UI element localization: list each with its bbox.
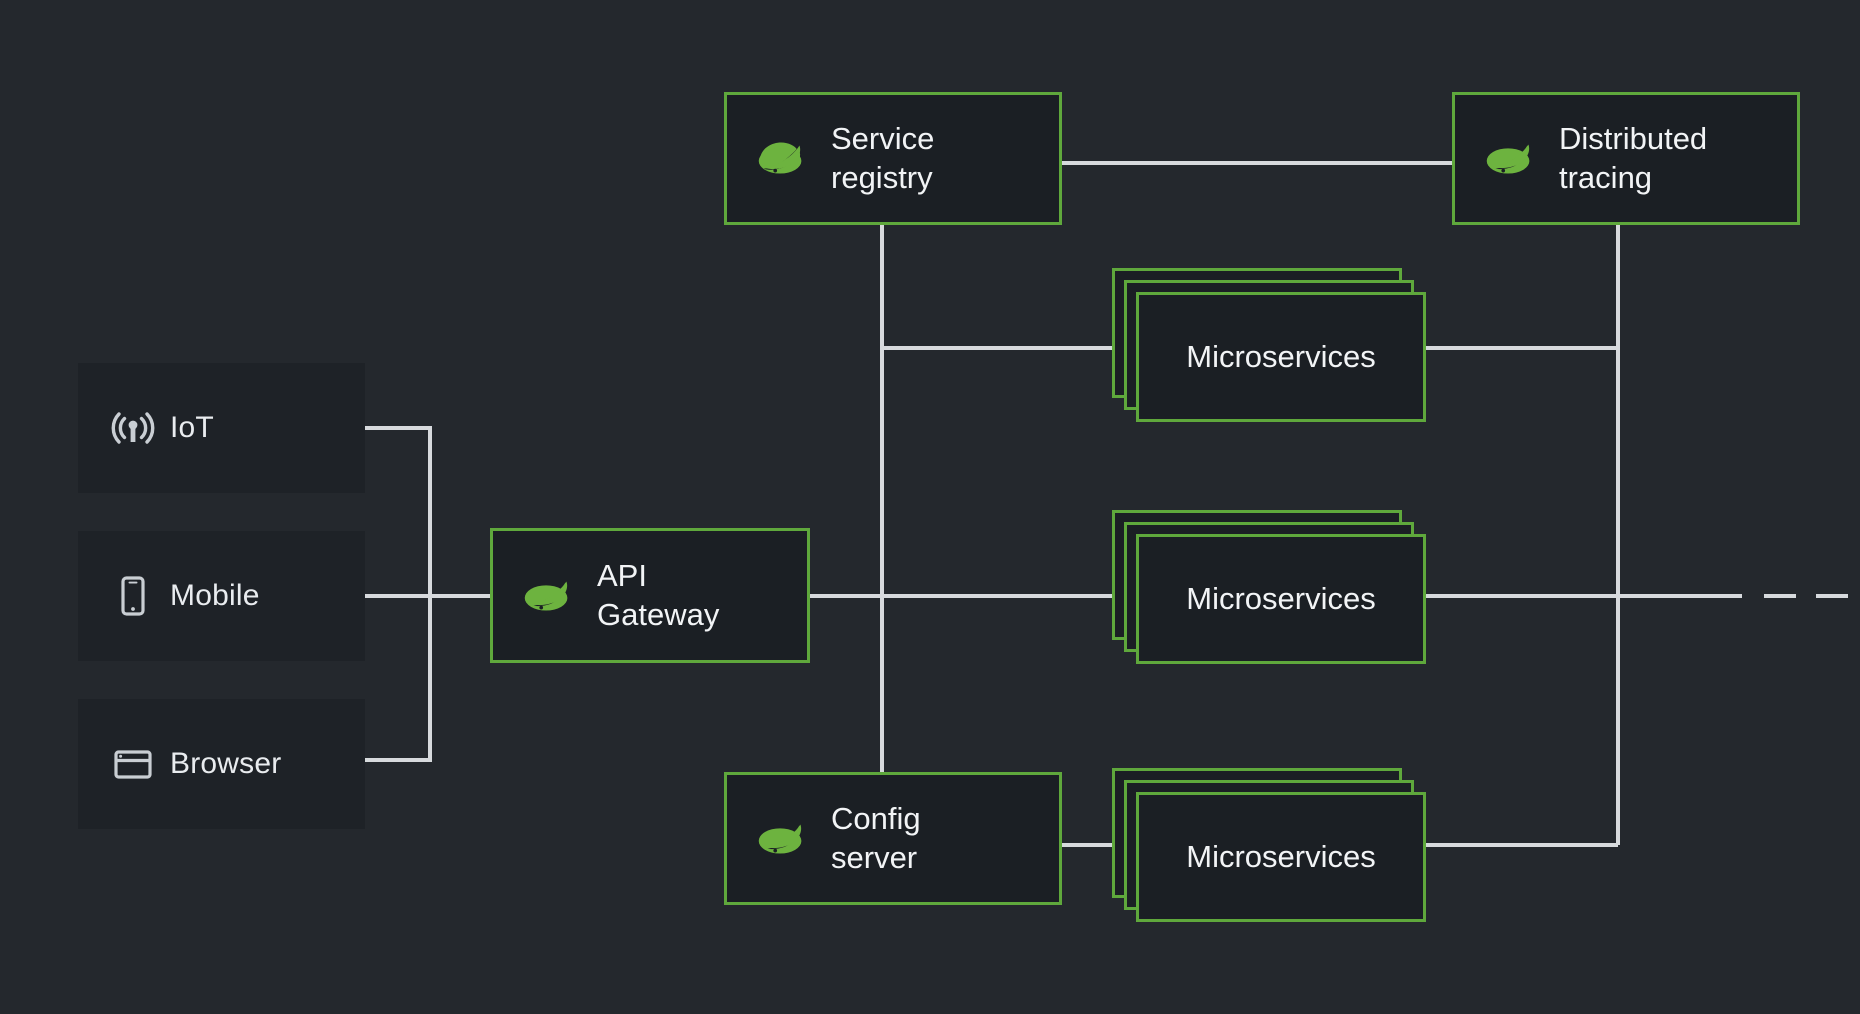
node-label: Config server xyxy=(831,801,921,875)
microservices-label: Microservices xyxy=(1186,339,1376,374)
client-box-mobile[interactable]: Mobile xyxy=(78,531,365,661)
browser-window-icon xyxy=(110,741,156,787)
node-service-registry[interactable]: Service registry xyxy=(724,92,1062,225)
node-distributed-tracing[interactable]: Distributed tracing xyxy=(1452,92,1800,225)
node-label: Service registry xyxy=(831,121,935,195)
stack-layer-front[interactable]: Microservices xyxy=(1136,792,1426,922)
client-label: Browser xyxy=(170,747,282,780)
stack-layer-front[interactable]: Microservices xyxy=(1136,292,1426,422)
client-label: IoT xyxy=(170,411,214,444)
microservices-label: Microservices xyxy=(1186,839,1376,874)
node-label: API Gateway xyxy=(597,558,720,632)
smartphone-icon xyxy=(110,573,156,619)
spring-leaf-icon xyxy=(758,823,802,854)
stack-layer-front[interactable]: Microservices xyxy=(1136,534,1426,664)
spring-leaf-icon xyxy=(1486,143,1530,174)
node-config-server[interactable]: Config server xyxy=(724,772,1062,905)
microservices-stack-top[interactable]: Microservices xyxy=(1112,268,1426,422)
client-label: Mobile xyxy=(170,579,260,612)
architecture-diagram: IoT Mobile Browser Service registry Dist… xyxy=(0,0,1860,1014)
microservices-stack-middle[interactable]: Microservices xyxy=(1112,510,1426,664)
microservices-stack-bottom[interactable]: Microservices xyxy=(1112,768,1426,922)
wire-clients-bus xyxy=(364,426,432,762)
spring-leaf-icon xyxy=(758,142,802,174)
spring-leaf-icon xyxy=(524,580,568,611)
antenna-icon xyxy=(110,405,156,451)
client-box-browser[interactable]: Browser xyxy=(78,699,365,829)
node-label: Distributed tracing xyxy=(1559,121,1708,195)
node-api-gateway[interactable]: API Gateway xyxy=(490,528,810,663)
client-box-iot[interactable]: IoT xyxy=(78,363,365,493)
microservices-label: Microservices xyxy=(1186,581,1376,616)
